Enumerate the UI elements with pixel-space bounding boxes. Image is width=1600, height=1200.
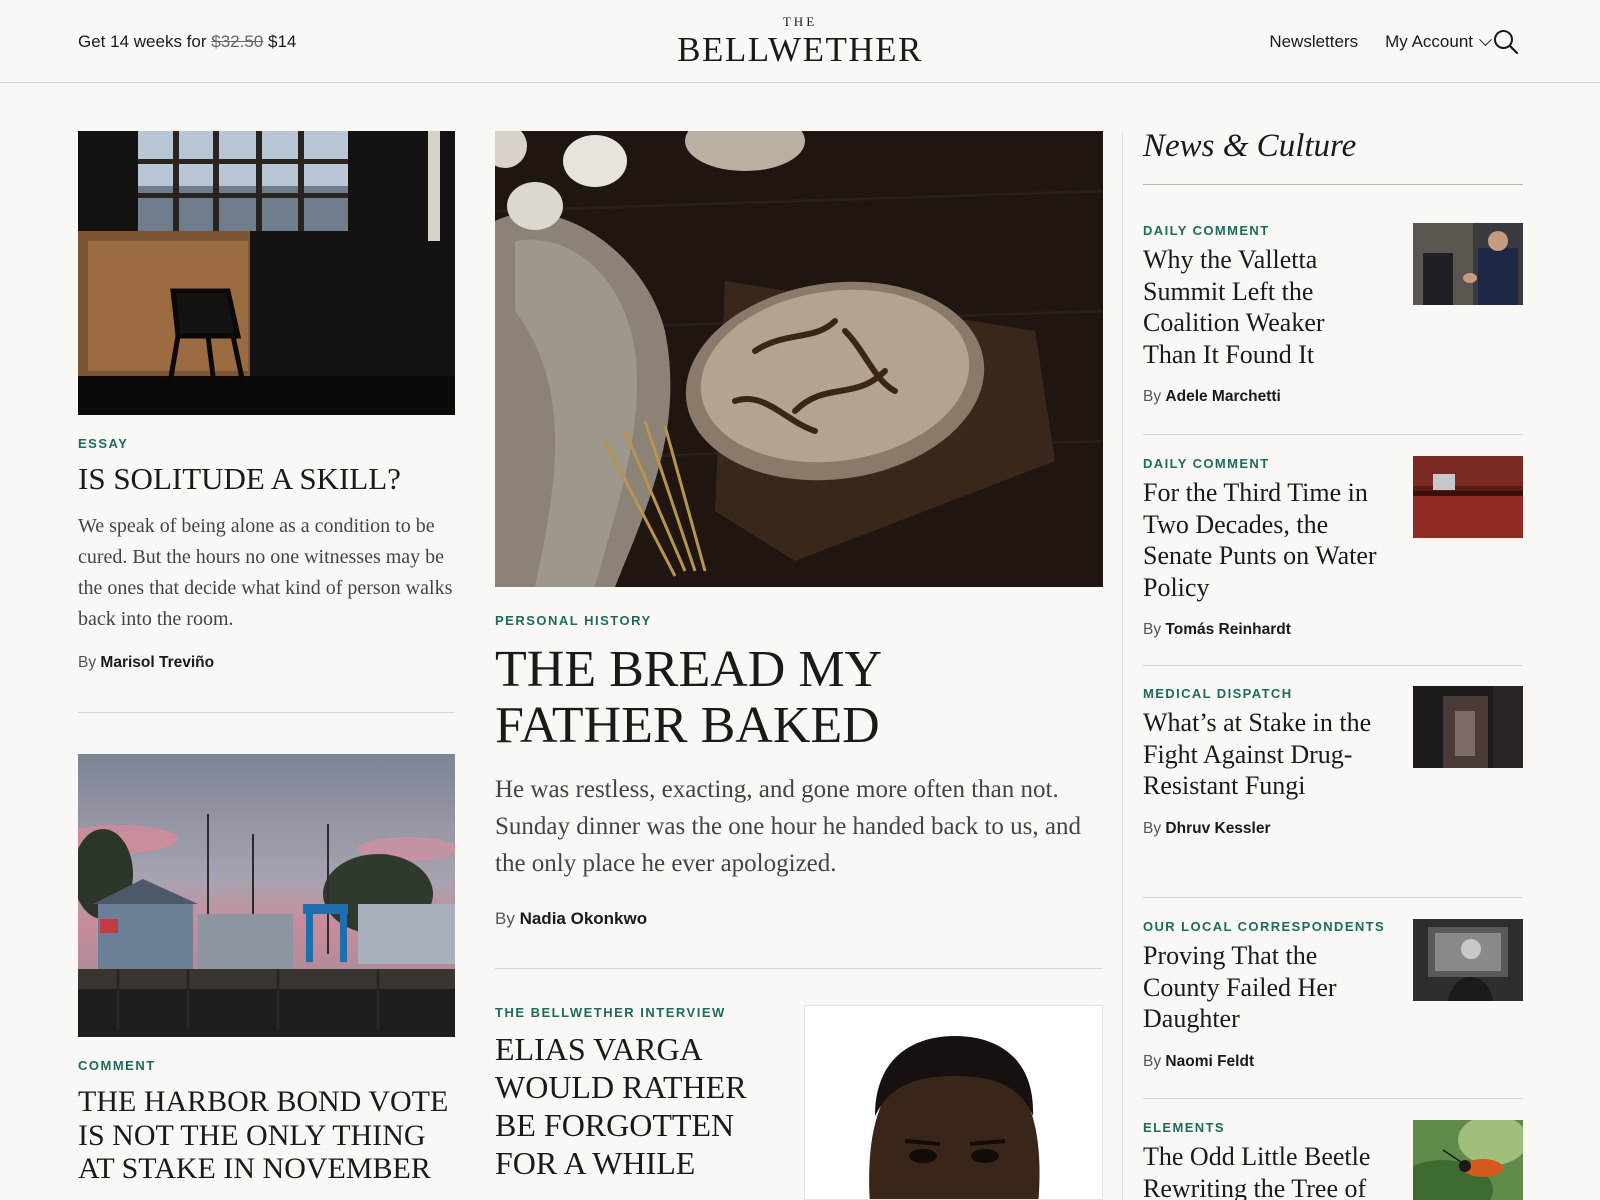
sidebar-item-headline[interactable]: The Odd Little Beetle Rewriting the Tree… bbox=[1143, 1141, 1383, 1200]
sidebar-item-byline: By Naomi Feldt bbox=[1143, 1053, 1523, 1071]
sidebar-item-thumbnail[interactable] bbox=[1413, 686, 1523, 768]
feature-headline-line2: FATHER BAKED bbox=[495, 697, 880, 754]
header-nav: Newsletters My Account bbox=[1269, 32, 1492, 52]
sidebar-item-byline: By Dhruv Kessler bbox=[1143, 820, 1523, 838]
sidebar-item-headline[interactable]: Proving That the County Failed Her Daugh… bbox=[1143, 940, 1383, 1035]
feature-kicker[interactable]: PERSONAL HISTORY bbox=[495, 613, 652, 628]
essay-headline[interactable]: IS SOLITUDE A SKILL? bbox=[78, 461, 455, 497]
sidebar-byline-prefix: By bbox=[1143, 388, 1162, 405]
my-account-label: My Account bbox=[1385, 32, 1473, 51]
sidebar-byline-prefix: By bbox=[1143, 1052, 1162, 1070]
sidebar-item[interactable]: ELEMENTS The Odd Little Beetle Rewriting… bbox=[1143, 1120, 1523, 1200]
feature-byline-prefix: By bbox=[495, 909, 515, 928]
subscribe-promo-link[interactable]: Get 14 weeks for $32.50 $14 bbox=[78, 32, 296, 52]
sidebar-byline-prefix: By bbox=[1143, 819, 1162, 837]
sidebar-divider bbox=[1143, 897, 1523, 898]
newsletters-link[interactable]: Newsletters bbox=[1269, 32, 1358, 52]
promo-old-price: $32.50 bbox=[211, 32, 264, 51]
essay-kicker[interactable]: ESSAY bbox=[78, 436, 128, 451]
harbor-kicker[interactable]: COMMENT bbox=[78, 1058, 156, 1073]
newsletters-label: Newsletters bbox=[1269, 32, 1359, 51]
essay-byline-prefix: By bbox=[78, 654, 97, 671]
harbor-image[interactable] bbox=[78, 754, 455, 1037]
sidebar-item[interactable]: DAILY COMMENT Why the Valletta Summit Le… bbox=[1143, 223, 1523, 406]
site-header: Get 14 weeks for $32.50 $14 THE BELLWETH… bbox=[0, 0, 1600, 83]
chevron-down-icon bbox=[1479, 32, 1492, 46]
sidebar-item-thumbnail[interactable] bbox=[1413, 1120, 1523, 1200]
promo-new-price: $14 bbox=[267, 32, 297, 51]
interview-kicker[interactable]: THE BELLWETHER INTERVIEW bbox=[495, 1005, 726, 1020]
feature-bread-image[interactable] bbox=[495, 131, 1103, 587]
harbor-headline[interactable]: THE HARBOR BOND VOTE IS NOT THE ONLY THI… bbox=[78, 1085, 455, 1186]
sidebar-author-link[interactable]: Tomás Reinhardt bbox=[1165, 621, 1290, 638]
feature-headline-line1: THE BREAD MY bbox=[495, 641, 883, 698]
logo-name: BELLWETHER bbox=[677, 30, 923, 69]
sidebar-item[interactable]: OUR LOCAL CORRESPONDENTS Proving That th… bbox=[1143, 919, 1523, 1071]
sidebar-byline-prefix: By bbox=[1143, 621, 1162, 638]
sidebar-author-link[interactable]: Dhruv Kessler bbox=[1165, 820, 1270, 837]
sidebar-title-rule bbox=[1143, 184, 1523, 185]
sidebar-item-byline: By Adele Marchetti bbox=[1143, 388, 1523, 406]
essay-image[interactable] bbox=[78, 131, 455, 415]
feature-headline[interactable]: THE BREAD MY FATHER BAKED bbox=[495, 642, 1103, 754]
sidebar-item-headline[interactable]: Why the Valletta Summit Left the Coaliti… bbox=[1143, 244, 1383, 370]
sidebar-divider bbox=[1143, 665, 1523, 666]
sidebar-item[interactable]: MEDICAL DISPATCH What’s at Stake in the … bbox=[1143, 686, 1523, 838]
promo-prefix: Get 14 weeks for bbox=[78, 32, 207, 51]
site-logo[interactable]: THE BELLWETHER bbox=[600, 14, 1000, 69]
sidebar-author-link[interactable]: Naomi Feldt bbox=[1165, 1053, 1254, 1070]
sidebar-author-link[interactable]: Adele Marchetti bbox=[1165, 388, 1280, 405]
sidebar-item-thumbnail[interactable] bbox=[1413, 456, 1523, 538]
sidebar-item-thumbnail[interactable] bbox=[1413, 919, 1523, 1001]
sidebar-item-thumbnail[interactable] bbox=[1413, 223, 1523, 305]
center-divider bbox=[495, 968, 1103, 969]
sidebar-item-headline[interactable]: For the Third Time in Two Decades, the S… bbox=[1143, 477, 1383, 603]
my-account-dropdown[interactable]: My Account bbox=[1385, 32, 1492, 52]
sidebar-item-headline[interactable]: What’s at Stake in the Fight Against Dru… bbox=[1143, 707, 1383, 802]
feature-author-link[interactable]: Nadia Okonkwo bbox=[520, 909, 648, 928]
interview-headline[interactable]: ELIAS VARGA WOULD RATHER BE FORGOTTEN FO… bbox=[495, 1030, 785, 1182]
feature-dek: He was restless, exacting, and gone more… bbox=[495, 776, 1081, 877]
sidebar-divider bbox=[1143, 434, 1523, 435]
essay-author-link[interactable]: Marisol Treviño bbox=[100, 654, 214, 671]
sidebar-item-byline: By Tomás Reinhardt bbox=[1143, 621, 1523, 639]
left-divider bbox=[78, 712, 455, 713]
sidebar-divider bbox=[1143, 1098, 1523, 1099]
logo-the: THE bbox=[782, 14, 818, 29]
sidebar-title[interactable]: News & Culture bbox=[1143, 128, 1356, 165]
search-icon[interactable] bbox=[1492, 28, 1520, 56]
interview-portrait-image[interactable] bbox=[804, 1005, 1103, 1200]
sidebar-separator bbox=[1122, 131, 1123, 1200]
essay-byline: By Marisol Treviño bbox=[78, 654, 214, 672]
feature-byline: By Nadia Okonkwo bbox=[495, 909, 647, 929]
essay-dek: We speak of being alone as a condition t… bbox=[78, 515, 453, 630]
sidebar-item[interactable]: DAILY COMMENT For the Third Time in Two … bbox=[1143, 456, 1523, 639]
